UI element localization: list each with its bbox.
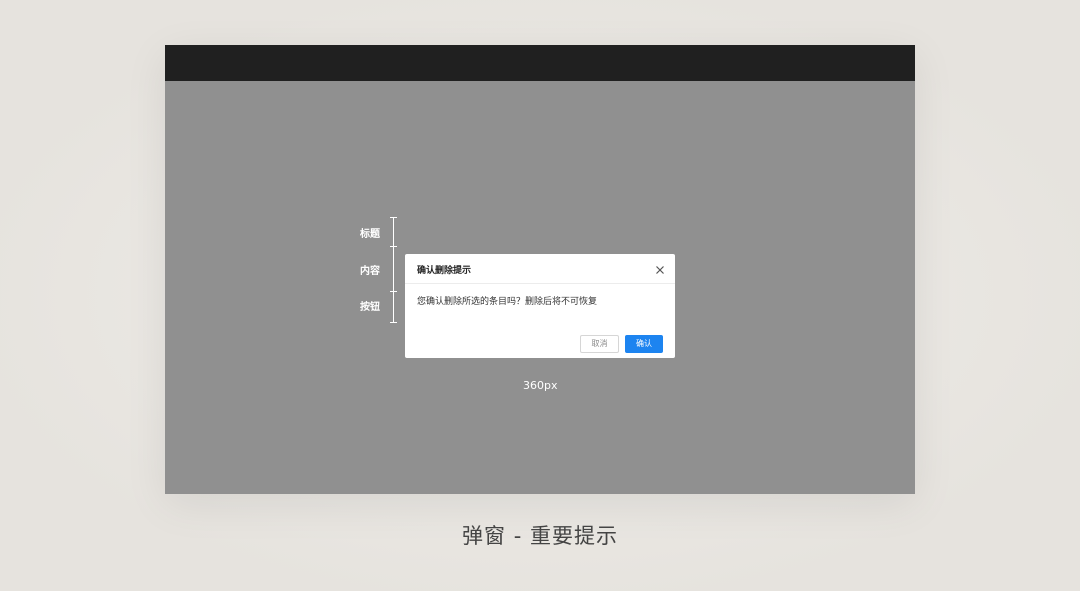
modal-overlay: 标题 内容 按钮 360px 确认删除提示 您确认删除所选的条目吗？删除后将不可…: [165, 81, 915, 494]
width-measure-label: 360px: [523, 379, 558, 392]
dialog-header: 确认删除提示: [405, 254, 675, 284]
page-caption: 弹窗 - 重要提示: [462, 524, 618, 548]
annotation-title-label: 标题: [360, 229, 380, 240]
confirm-button[interactable]: 确认: [625, 335, 663, 353]
dialog-message: 您确认删除所选的条目吗？删除后将不可恢复: [417, 297, 598, 307]
confirm-dialog: 确认删除提示 您确认删除所选的条目吗？删除后将不可恢复 取消 确认: [405, 254, 675, 358]
window-titlebar: [165, 45, 915, 81]
cancel-button[interactable]: 取消: [580, 335, 619, 353]
annotation-content-label: 内容: [360, 266, 380, 277]
annotation-bracket-line: [393, 217, 394, 322]
app-window: 标题 内容 按钮 360px 确认删除提示 您确认删除所选的条目吗？删除后将不可…: [165, 45, 915, 494]
annotation-tick: [390, 246, 397, 247]
annotation-tick: [390, 322, 397, 323]
annotation-tick: [390, 291, 397, 292]
dialog-title: 确认删除提示: [417, 266, 472, 276]
close-icon[interactable]: [654, 261, 666, 274]
annotation-button-label: 按钮: [360, 302, 380, 313]
annotation-tick: [390, 217, 397, 218]
